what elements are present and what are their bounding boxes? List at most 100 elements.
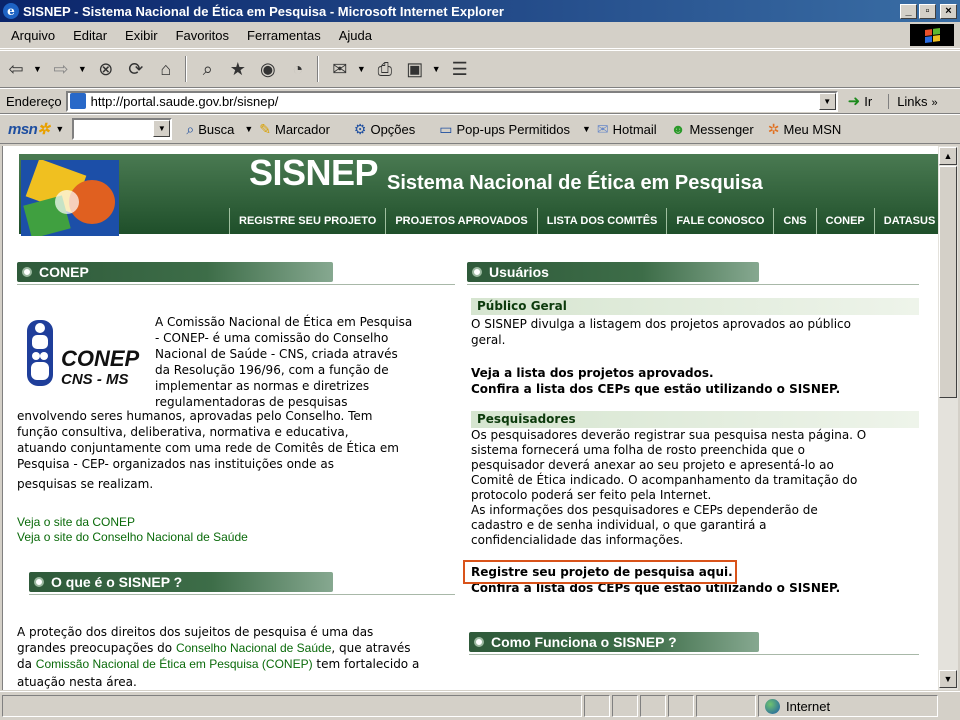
oque-section-header: O que é o SISNEP ? [29, 572, 455, 596]
go-label: Ir [864, 93, 873, 109]
highlighter-icon: ✎ [259, 120, 271, 137]
menu-favoritos[interactable]: Favoritos [165, 28, 236, 43]
security-zone: Internet [758, 695, 938, 717]
nav-conep[interactable]: CONEP [815, 208, 874, 234]
nav-fale-conosco[interactable]: FALE CONOSCO [666, 208, 773, 234]
status-segment [612, 695, 638, 717]
forward-dropdown-icon[interactable]: ▼ [78, 64, 87, 74]
menu-editar[interactable]: Editar [62, 28, 114, 43]
discuss-icon[interactable]: ☰ [446, 55, 474, 83]
window-title: SISNEP - Sistema Nacional de Ética em Pe… [23, 3, 504, 19]
messenger-icon: ☻ [670, 121, 686, 137]
nav-projetos-aprovados[interactable]: PROJETOS APROVADOS [385, 208, 536, 234]
bullet-icon [34, 577, 44, 587]
header-artwork [21, 160, 119, 236]
media-icon[interactable]: ◉ [254, 55, 282, 83]
status-bar: Internet [0, 691, 960, 720]
links-button[interactable]: Links» [888, 93, 938, 109]
butterfly-icon: ✲ [767, 120, 780, 137]
vertical-scrollbar[interactable]: ▲ ▼ [938, 146, 958, 690]
msn-search-input[interactable]: ▼ [72, 118, 173, 140]
main-nav: REGISTRE SEU PROJETO PROJETOS APROVADOS … [229, 208, 938, 234]
link-ceps-publico[interactable]: Confira a lista dos CEPs que estão utili… [471, 381, 931, 397]
mail-icon: ✉ [596, 120, 609, 137]
conep-logo-subtext: CNS - MS [61, 371, 129, 388]
bullet-icon [474, 637, 484, 647]
scroll-up-icon[interactable]: ▲ [939, 147, 957, 165]
zone-label: Internet [786, 698, 831, 714]
como-heading: Como Funciona o SISNEP ? [491, 634, 677, 650]
msn-busca-button[interactable]: ⌕ Busca [186, 121, 234, 138]
close-button[interactable]: × [940, 3, 957, 19]
status-segment [584, 695, 610, 717]
link-projetos-aprovados[interactable]: Veja a lista dos projetos aprovados. [471, 365, 931, 381]
msn-opcoes-button[interactable]: ⚙ Opções [354, 121, 415, 138]
edit-dropdown-icon[interactable]: ▼ [432, 64, 441, 74]
nav-cns[interactable]: CNS [773, 208, 815, 234]
link-comissao[interactable]: Comissão Nacional de Ética em Pesquisa (… [36, 657, 313, 671]
msn-meumsn-button[interactable]: ✲ Meu MSN [768, 121, 842, 138]
publico-geral-text: O SISNEP divulga a listagem dos projetos… [471, 317, 851, 347]
edit-icon[interactable]: ▣ [401, 55, 429, 83]
menu-exibir[interactable]: Exibir [114, 28, 165, 43]
status-segment [640, 695, 666, 717]
link-site-conep[interactable]: Veja o site da CONEP [17, 515, 317, 530]
back-dropdown-icon[interactable]: ▼ [33, 64, 42, 74]
go-button[interactable]: ➜ Ir [848, 92, 873, 110]
address-url[interactable]: http://portal.saude.gov.br/sisnep/ [91, 94, 819, 109]
title-bar: e SISNEP - Sistema Nacional de Ética em … [0, 0, 960, 22]
chevron-right-icon: » [931, 96, 938, 109]
busca-dropdown-icon[interactable]: ▼ [244, 124, 253, 134]
globe-icon [765, 698, 780, 714]
usuarios-section-header: Usuários [467, 262, 919, 286]
print-icon[interactable]: ⎙ [371, 55, 399, 83]
address-dropdown-icon[interactable]: ▼ [818, 92, 836, 110]
refresh-icon[interactable]: ⟳ [122, 55, 150, 83]
pesquisadores-text: Os pesquisadores deverão registrar sua p… [471, 428, 867, 547]
ie-window: e SISNEP - Sistema Nacional de Ética em … [0, 0, 960, 720]
site-header: SISNEP Sistema Nacional de Ética em Pesq… [3, 146, 938, 236]
msn-logo[interactable]: msn✲ [8, 120, 50, 138]
history-icon[interactable]: ◔ [284, 55, 312, 83]
back-icon[interactable]: ⇦ [2, 55, 30, 83]
pesquisadores-title: Pesquisadores [471, 411, 919, 428]
link-conselho[interactable]: Conselho Nacional de Saúde [176, 641, 331, 655]
address-input[interactable]: http://portal.saude.gov.br/sisnep/ ▼ [65, 90, 838, 112]
msn-popups-button[interactable]: ▭ Pop-ups Permitidos [439, 121, 570, 138]
scroll-down-icon[interactable]: ▼ [939, 670, 957, 688]
maximize-button[interactable]: ▫ [919, 3, 936, 19]
nav-registre[interactable]: REGISTRE SEU PROJETO [229, 208, 385, 234]
stop-icon[interactable]: ⊗ [92, 55, 120, 83]
favorites-icon[interactable]: ★ [224, 55, 252, 83]
oque-body-text: A proteção dos direitos dos sujeitos de … [17, 625, 420, 689]
menu-ferramentas[interactable]: Ferramentas [236, 28, 328, 43]
conep-links: Veja o site da CONEP Veja o site do Cons… [17, 515, 317, 545]
links-label: Links [897, 93, 928, 109]
msn-dropdown-icon[interactable]: ▼ [55, 124, 64, 134]
search-icon[interactable]: ⌕ [194, 55, 222, 83]
toolbar-separator [316, 56, 319, 82]
conep-section-header: CONEP [17, 262, 455, 286]
nav-datasus[interactable]: DATASUS [873, 208, 938, 234]
msn-search-dropdown-icon[interactable]: ▼ [153, 120, 171, 137]
menu-ajuda[interactable]: Ajuda [328, 28, 379, 43]
link-site-cns[interactable]: Veja o site do Conselho Nacional de Saúd… [17, 530, 317, 545]
popups-dropdown-icon[interactable]: ▼ [582, 124, 591, 134]
mail-icon[interactable]: ✉ [326, 55, 354, 83]
status-segment [696, 695, 756, 717]
conep-intro-text: A Comissão Nacional de Ética em Pesquisa… [155, 315, 413, 409]
address-label: Endereço [6, 93, 62, 109]
menu-arquivo[interactable]: Arquivo [0, 28, 62, 43]
nav-lista-comites[interactable]: LISTA DOS COMITÊS [536, 208, 667, 234]
msn-hotmail-button[interactable]: ✉ Hotmail [597, 121, 657, 138]
page-viewport: SISNEP Sistema Nacional de Ética em Pesq… [2, 146, 938, 690]
forward-icon[interactable]: ⇨ [47, 55, 75, 83]
msn-marcador-button[interactable]: ✎ Marcador [259, 121, 330, 138]
mail-dropdown-icon[interactable]: ▼ [357, 64, 366, 74]
scroll-thumb[interactable] [939, 166, 957, 398]
msn-messenger-button[interactable]: ☻ Messenger [671, 121, 754, 137]
home-icon[interactable]: ⌂ [152, 55, 180, 83]
minimize-button[interactable]: _ [900, 3, 917, 19]
bullet-icon [22, 267, 32, 277]
conep-body-text: envolvendo seres humanos, aprovadas pelo… [17, 409, 399, 491]
